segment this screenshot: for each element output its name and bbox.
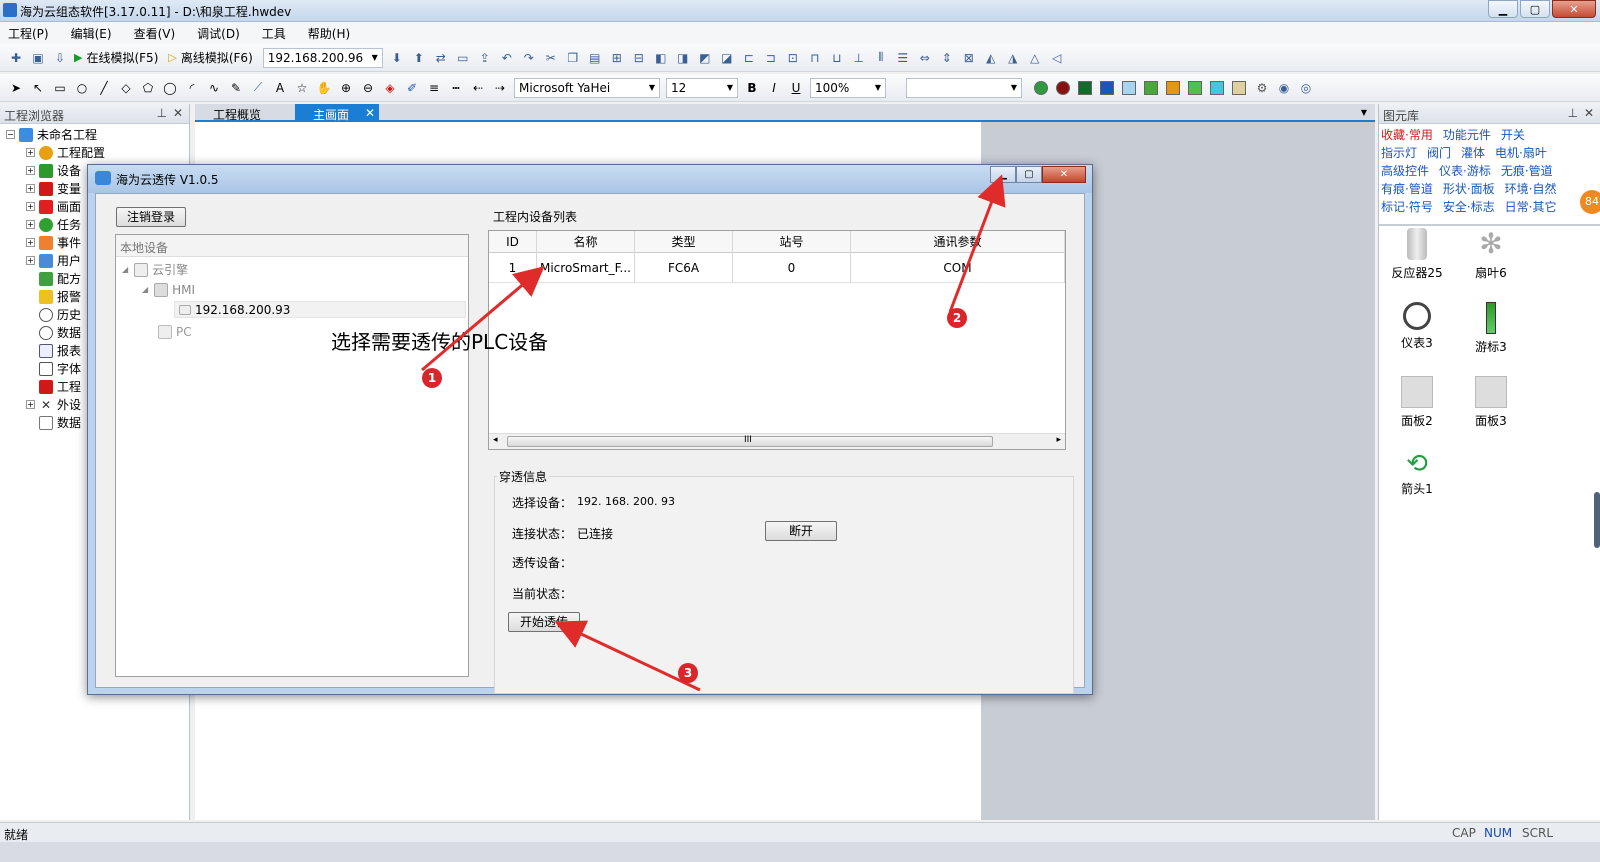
annotation-arrow-1	[421, 266, 545, 372]
annotation-arrow-3	[554, 620, 701, 692]
annotation-marker-1: 1	[422, 368, 442, 388]
annotation-marker-2: 2	[947, 308, 967, 328]
annotation-arrow-2	[948, 174, 1006, 313]
annotation-marker-3: 3	[678, 663, 698, 683]
annotation-arrows	[421, 174, 1006, 692]
info-group-title: 穿透信息	[497, 468, 550, 485]
